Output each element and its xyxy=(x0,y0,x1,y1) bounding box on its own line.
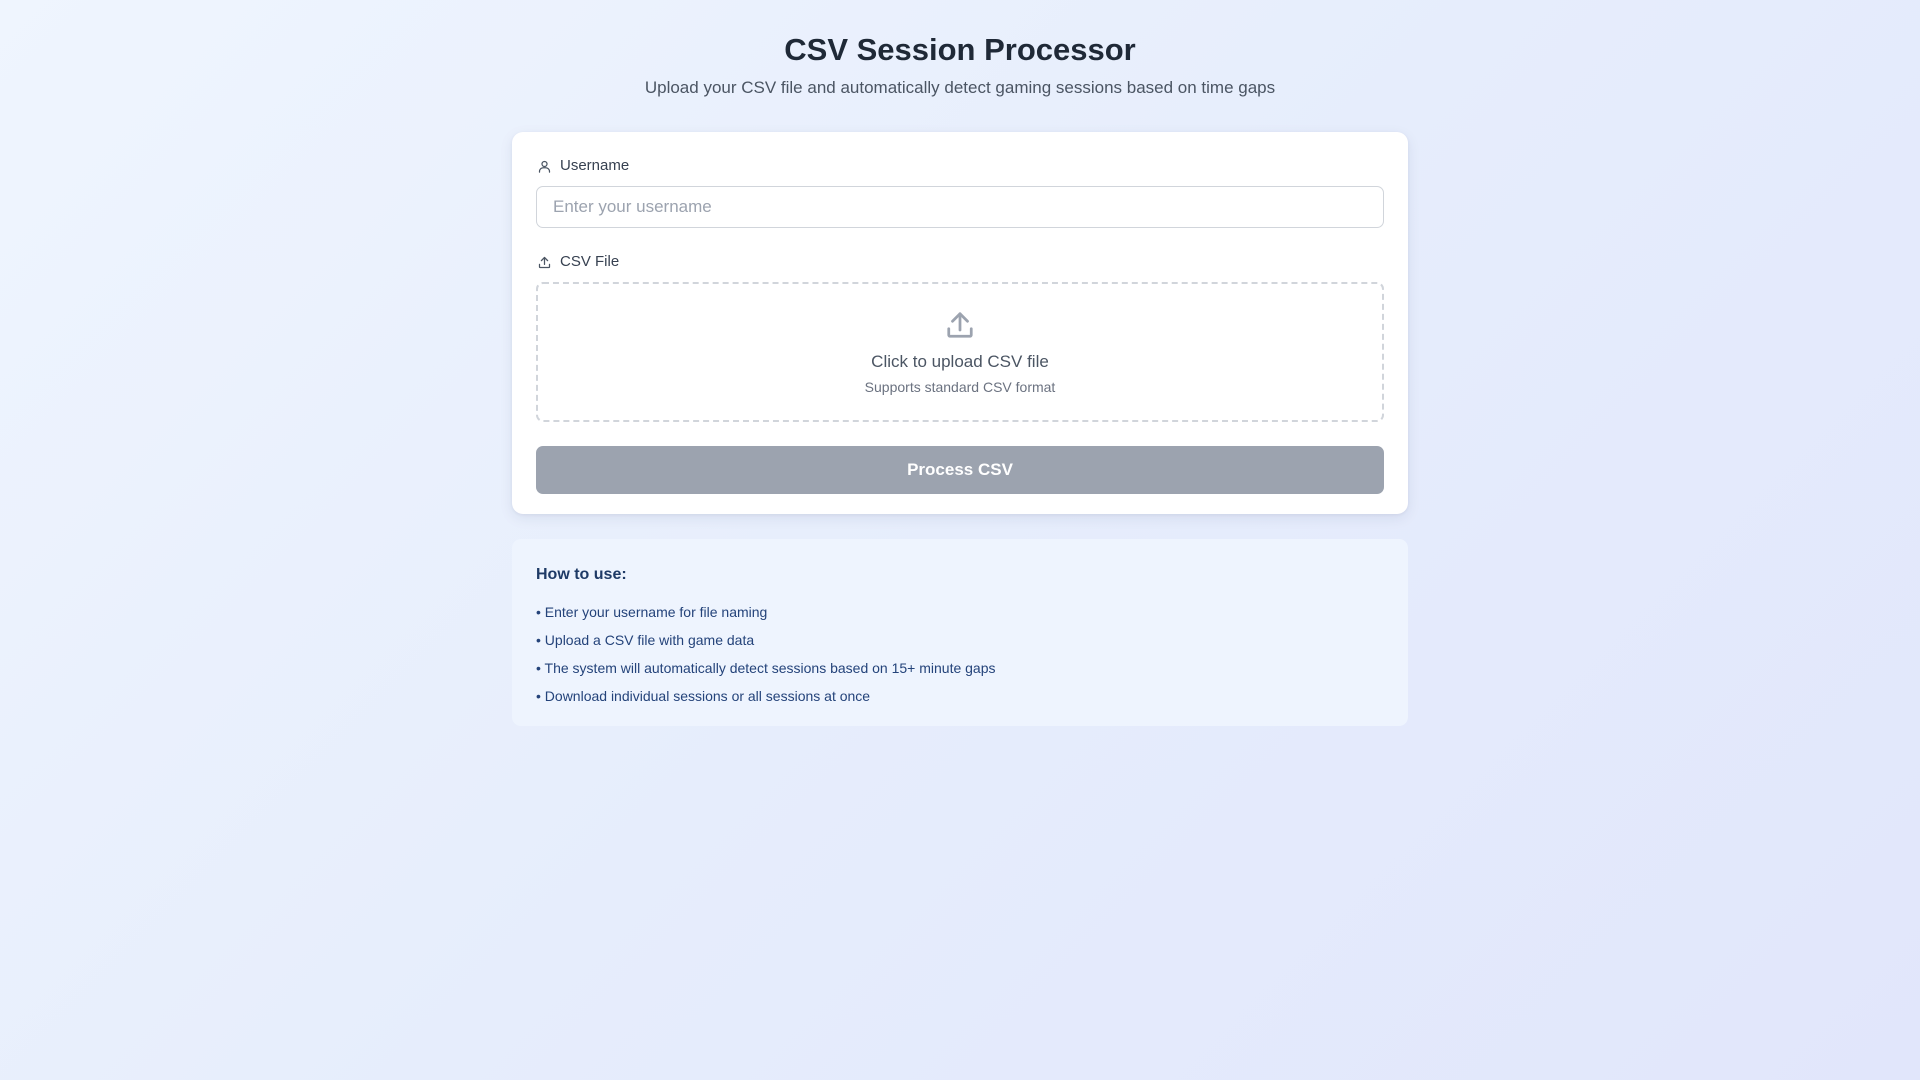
username-label-row: Username xyxy=(536,156,1384,176)
upload-form-card: Username CSV File Click to upload CSV fi… xyxy=(512,132,1408,514)
process-csv-button[interactable]: Process CSV xyxy=(536,446,1384,494)
page: CSV Session Processor Upload your CSV fi… xyxy=(0,0,1920,1080)
user-icon xyxy=(536,158,552,174)
upload-large-icon xyxy=(947,312,973,338)
list-item: • Download individual sessions or all se… xyxy=(536,688,871,704)
upload-icon xyxy=(536,254,552,270)
page-subtitle: Upload your CSV file and automatically d… xyxy=(644,78,1276,97)
list-item: • Upload a CSV file with game data xyxy=(536,632,755,648)
csv-file-label: CSV File xyxy=(560,253,620,270)
list-item: • The system will automatically detect s… xyxy=(536,660,996,676)
list-item: • Enter your username for file naming xyxy=(536,604,768,620)
csv-upload-dropzone[interactable]: Click to upload CSV file Supports standa… xyxy=(536,282,1384,422)
csv-file-label-row: CSV File xyxy=(536,252,1384,272)
dropzone-title: Click to upload CSV file xyxy=(871,352,1049,371)
how-to-use-list: • Enter your username for file naming • … xyxy=(536,598,1384,710)
username-label: Username xyxy=(560,157,630,174)
how-to-use-title: How to use: xyxy=(536,566,627,583)
page-header: CSV Session Processor Upload your CSV fi… xyxy=(0,30,1920,99)
page-title: CSV Session Processor xyxy=(784,32,1136,67)
username-input[interactable] xyxy=(536,186,1384,228)
dropzone-hint: Supports standard CSV format xyxy=(864,379,1056,395)
how-to-use-panel: How to use: • Enter your username for fi… xyxy=(512,539,1408,726)
